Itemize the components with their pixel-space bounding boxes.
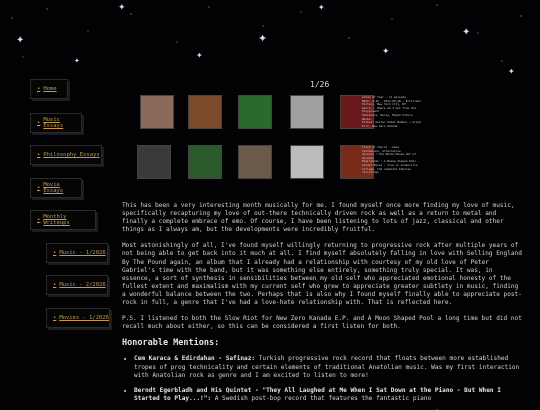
star-decoration: ✦ xyxy=(258,32,268,45)
bullet-icon: • xyxy=(37,120,41,126)
list-item: Berndt Egerbladh and His Quintet - "They… xyxy=(134,387,524,403)
paragraph: Most astonishingly of all, I've found my… xyxy=(122,242,522,307)
mention-text: A Swedish post-bop record that features … xyxy=(211,394,432,402)
star-decoration: ✦ xyxy=(118,3,126,13)
album-cover-thumbnail[interactable] xyxy=(188,95,222,129)
article-body: This has been a very interesting month m… xyxy=(122,202,524,410)
mention-title: Cem Karaca & Edirdahan - Safinaz: xyxy=(134,355,256,363)
nav-home[interactable]: • Home xyxy=(30,79,68,99)
mentions-list: Cem Karaca & Edirdahan - Safinaz: Turkis… xyxy=(122,355,524,402)
bullet-icon: • xyxy=(53,282,57,288)
album-cover-thumbnail[interactable] xyxy=(290,145,324,179)
album-cover-thumbnail[interactable] xyxy=(290,95,324,129)
album-info-text: Track of Choral - Gone Standalone- Alter… xyxy=(362,145,418,175)
album-cover-thumbnail[interactable] xyxy=(238,145,272,179)
nav-philosophy-essays[interactable]: • Philosophy Essays xyxy=(30,145,102,165)
star-decoration: ✦ xyxy=(74,57,80,65)
star-decoration: ✦ xyxy=(16,35,25,46)
nav-music-essays[interactable]: • Music Essays xyxy=(30,113,82,133)
paragraph: This has been a very interesting month m… xyxy=(122,202,515,234)
paragraph: P.S. I listened to both the Slow Riot fo… xyxy=(122,315,522,331)
bullet-icon: • xyxy=(53,250,57,256)
nav-movie-essays[interactable]: • Movie Essays xyxy=(30,178,82,198)
album-cover-thumbnail[interactable] xyxy=(137,145,171,179)
bullet-icon: • xyxy=(37,86,41,92)
nav-movies-1-2026[interactable]: • Movies - 1/2026 xyxy=(46,308,110,328)
album-cover-thumbnail[interactable] xyxy=(140,95,174,129)
gallery-counter: 1/26 xyxy=(310,80,330,89)
nav-music-2-2026[interactable]: • Music - 2/2026 xyxy=(46,275,108,295)
nav-monthly-writeups[interactable]: • Monthly Writeups xyxy=(30,210,96,230)
bullet-icon: • xyxy=(37,152,41,158)
album-cover-thumbnail[interactable] xyxy=(238,95,272,129)
list-item: Cem Karaca & Edirdahan - Safinaz: Turkis… xyxy=(134,355,524,379)
star-decoration: ✦ xyxy=(508,67,515,76)
star-decoration: ✦ xyxy=(382,47,390,57)
bullet-icon: • xyxy=(37,185,41,191)
nav-music-1-2026[interactable]: • Music - 1/2026 xyxy=(46,243,108,263)
star-decoration: ✦ xyxy=(318,3,325,12)
bullet-icon: • xyxy=(37,217,41,223)
star-decoration: ✦ xyxy=(196,51,203,60)
bullet-icon: • xyxy=(53,315,57,321)
album-info-text: Album of Year - 11 episode Made: 1:45 - … xyxy=(362,95,421,128)
section-heading: Honorable Mentions: xyxy=(122,338,220,349)
album-cover-thumbnail[interactable] xyxy=(188,145,222,179)
star-decoration: ✦ xyxy=(462,27,471,38)
